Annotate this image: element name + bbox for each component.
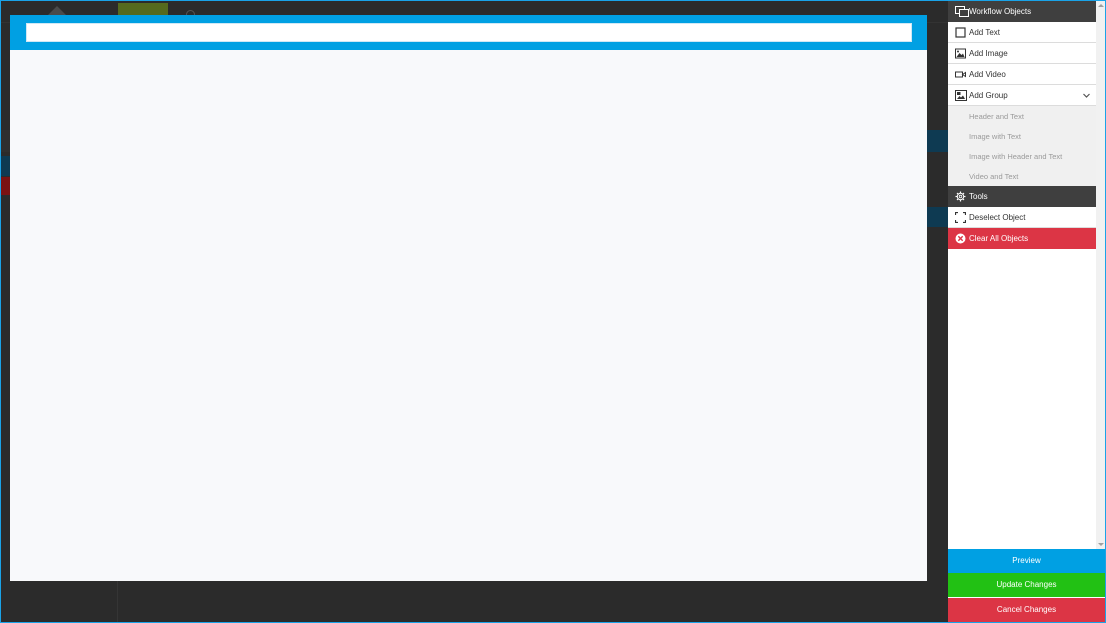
sidebar-scrollbar[interactable] [1096, 1, 1105, 549]
image-icon [955, 48, 966, 59]
video-camera-icon [955, 71, 966, 78]
deselect-object-label: Deselect Object [969, 213, 1026, 222]
group-icon [955, 90, 967, 101]
preview-button[interactable]: Preview [948, 549, 1105, 573]
add-video-button[interactable]: Add Video [948, 64, 1096, 85]
deselect-icon [955, 212, 966, 223]
background-caret-icon [48, 6, 66, 15]
update-changes-button[interactable]: Update Changes [948, 573, 1105, 597]
workflow-objects-header: Workflow Objects [948, 1, 1096, 22]
text-box-icon [955, 27, 966, 38]
clear-all-objects-button[interactable]: Clear All Objects [948, 228, 1096, 249]
workflow-objects-icon [955, 6, 969, 17]
clear-all-objects-label: Clear All Objects [969, 234, 1029, 243]
tools-header: Tools [948, 186, 1096, 207]
gear-icon [955, 191, 966, 202]
background-blue-strip [927, 130, 948, 152]
canvas-header [10, 15, 927, 50]
group-option-label: Image with Header and Text [969, 152, 1063, 161]
scroll-down-icon[interactable] [1098, 543, 1104, 546]
add-group-button[interactable]: Add Group [948, 85, 1096, 106]
group-option-header-and-text[interactable]: Header and Text [948, 106, 1096, 126]
add-text-label: Add Text [969, 28, 1000, 37]
group-option-video-and-text[interactable]: Video and Text [948, 166, 1096, 186]
workflow-title-input[interactable] [26, 23, 912, 42]
group-option-label: Header and Text [969, 112, 1024, 121]
cancel-changes-button[interactable]: Cancel Changes [948, 598, 1105, 622]
add-image-button[interactable]: Add Image [948, 43, 1096, 64]
add-image-label: Add Image [969, 49, 1008, 58]
group-option-label: Image with Text [969, 132, 1021, 141]
add-video-label: Add Video [969, 70, 1006, 79]
workflow-objects-label: Workflow Objects [969, 7, 1032, 16]
add-text-button[interactable]: Add Text [948, 22, 1096, 43]
group-option-label: Video and Text [969, 172, 1019, 181]
clear-circle-icon [955, 233, 966, 244]
add-group-label: Add Group [969, 91, 1008, 100]
tools-label: Tools [969, 192, 988, 201]
group-option-image-with-text[interactable]: Image with Text [948, 126, 1096, 146]
scroll-up-icon[interactable] [1098, 4, 1104, 7]
chevron-down-icon[interactable] [1082, 91, 1091, 100]
deselect-object-button[interactable]: Deselect Object [948, 207, 1096, 228]
background-blue-strip [927, 207, 948, 227]
group-option-image-with-header-and-text[interactable]: Image with Header and Text [948, 146, 1096, 166]
workflow-canvas[interactable] [10, 15, 927, 581]
workflow-sidebar: Workflow Objects Add Text Add Image Add … [948, 1, 1105, 622]
background-divider [117, 581, 118, 622]
sidebar-scroll-area[interactable]: Workflow Objects Add Text Add Image Add … [948, 1, 1105, 549]
